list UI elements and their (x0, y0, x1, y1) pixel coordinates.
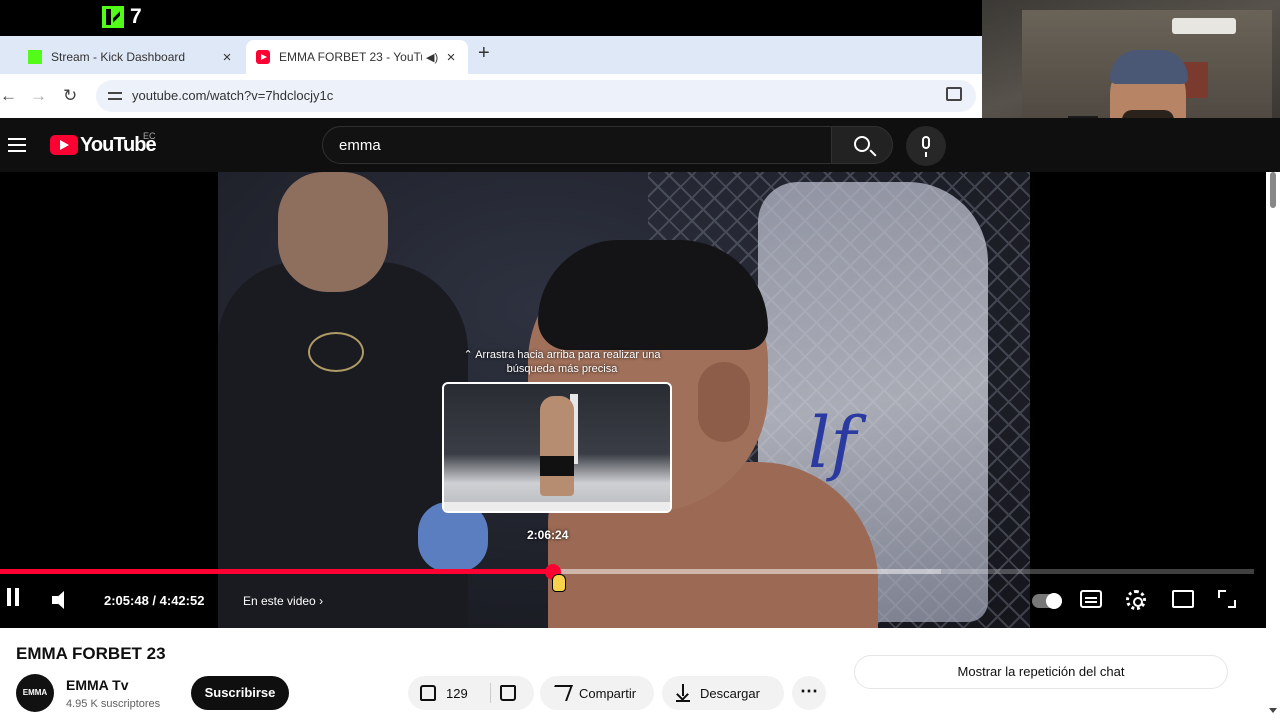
search-query[interactable]: emma (339, 137, 381, 154)
search-button[interactable] (831, 126, 893, 164)
avatar[interactable]: EMMA (16, 674, 54, 712)
speaker-icon[interactable]: ◀) (426, 51, 440, 64)
progress-bar[interactable] (0, 569, 1254, 574)
channel-name[interactable]: EMMA Tv (66, 677, 128, 693)
seek-preview-thumbnail (442, 382, 672, 513)
subscriber-count: 4.95 K suscriptores (66, 698, 161, 710)
close-icon[interactable]: × (444, 49, 458, 66)
search-input[interactable]: emma (322, 126, 832, 164)
thumbs-down-icon[interactable] (500, 685, 516, 701)
back-arrow-icon[interactable]: ← (0, 86, 17, 106)
pause-icon[interactable] (6, 588, 20, 606)
autoplay-toggle[interactable] (1032, 593, 1062, 609)
country-code: EC (143, 131, 156, 141)
download-icon (676, 684, 690, 702)
menu-icon[interactable] (8, 138, 26, 152)
share-arrow-icon (549, 685, 573, 701)
video-details: EMMA FORBET 23 EMMA EMMA Tv 4.95 K suscr… (0, 628, 1266, 720)
kick-logo-icon (102, 6, 124, 28)
screen: 7 ✓ Stream - Kick Dashboard × EMMA FORBE… (0, 0, 1280, 720)
kick-favicon-icon (28, 50, 42, 64)
volume-icon[interactable] (52, 591, 70, 609)
show-chat-replay-button[interactable]: Mostrar la repetición del chat (854, 655, 1228, 689)
tab-title: EMMA FORBET 23 - YouTube (279, 50, 422, 64)
share-button[interactable]: Compartir (540, 676, 654, 710)
new-tab-plus-icon[interactable]: + (478, 42, 490, 65)
settings-gear-icon[interactable] (1126, 590, 1146, 610)
thumbs-up-icon[interactable] (420, 685, 436, 701)
youtube-header: YouTube EC emma (0, 118, 1280, 172)
microphone-icon (922, 136, 930, 157)
hand-cursor-icon (552, 574, 566, 592)
time-display: 2:05:48 / 4:42:52 (104, 593, 205, 608)
reload-icon[interactable]: ↻ (63, 86, 77, 106)
tab-title: Stream - Kick Dashboard (51, 50, 186, 64)
fullscreen-icon[interactable] (1218, 590, 1236, 608)
scrollbar-thumb[interactable] (1270, 172, 1276, 208)
progress-played (0, 569, 556, 574)
youtube-logo-icon[interactable] (50, 135, 78, 155)
like-dislike-group: 129 (408, 676, 534, 710)
stream-top-bar: 7 (0, 0, 982, 36)
tab-youtube[interactable]: EMMA FORBET 23 - YouTube ◀) × (246, 40, 468, 74)
subscribe-button[interactable]: Suscribirse (191, 676, 289, 710)
install-app-icon[interactable] (946, 87, 962, 101)
download-button[interactable]: Descargar (662, 676, 784, 710)
scroll-down-arrow-icon[interactable] (1269, 708, 1277, 713)
site-settings-icon[interactable] (108, 89, 122, 103)
like-count[interactable]: 129 (446, 686, 468, 701)
seek-preview-time: 2:06:24 (527, 528, 569, 542)
address-bar[interactable]: youtube.com/watch?v=7hdclocjy1c (96, 80, 976, 112)
close-icon[interactable]: × (220, 49, 234, 66)
chapter-button[interactable]: En este video › (243, 594, 323, 608)
youtube-favicon-icon (256, 50, 270, 64)
voice-search-button[interactable] (906, 126, 946, 166)
chevron-up-icon: ⌃ (463, 349, 476, 361)
forward-arrow-icon[interactable]: → (30, 86, 47, 106)
more-actions-button[interactable]: ⋯ (792, 676, 826, 710)
browser-tab-strip: ✓ Stream - Kick Dashboard × EMMA FORBET … (0, 36, 982, 95)
browser-nav-bar: ← → ↻ youtube.com/watch?v=7hdclocjy1c (0, 74, 982, 118)
page-scrollbar[interactable] (1266, 172, 1280, 720)
tab-kick-dashboard[interactable]: Stream - Kick Dashboard × (18, 40, 244, 74)
subtitles-icon[interactable] (1080, 590, 1102, 608)
viewer-count: 7 (130, 5, 142, 28)
chevron-right-icon: › (319, 594, 324, 608)
search-icon (854, 136, 870, 152)
seek-hint: ⌃ Arrastra hacia arriba para realizar un… (463, 349, 661, 375)
address-url[interactable]: youtube.com/watch?v=7hdclocjy1c (132, 88, 333, 103)
theater-mode-icon[interactable] (1172, 590, 1194, 608)
video-title: EMMA FORBET 23 (16, 644, 166, 663)
video-player[interactable]: lf ⌃ Arrastra hacia arriba para realizar… (0, 172, 1266, 628)
